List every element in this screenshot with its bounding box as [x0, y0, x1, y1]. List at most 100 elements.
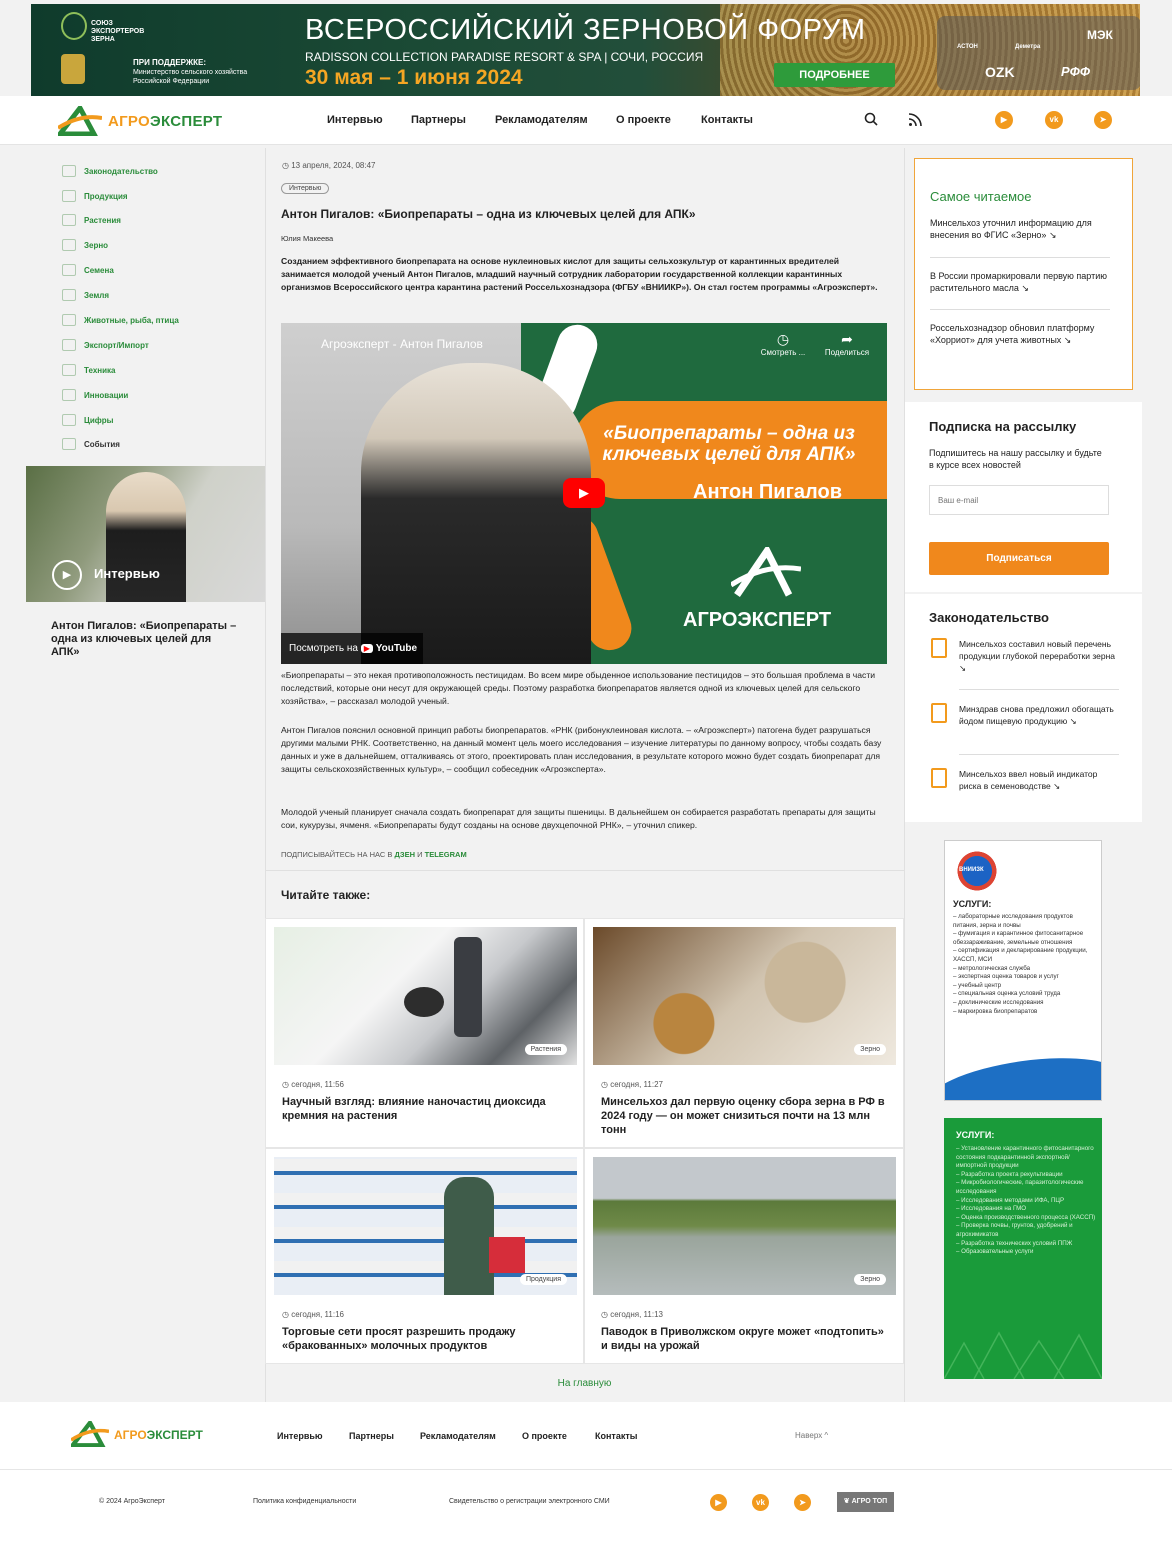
dzen-link[interactable]: ДЗЕН	[394, 850, 415, 859]
grain-icon	[62, 239, 76, 251]
sidebar-item-seeds[interactable]: Семена	[62, 263, 114, 277]
footer-nav-about[interactable]: О проекте	[522, 1431, 567, 1441]
services-ad[interactable]: УСЛУГИ: – Установление карантинного фито…	[944, 1118, 1102, 1379]
land-icon	[62, 289, 76, 301]
news-tag[interactable]: Растения	[524, 1044, 567, 1055]
sidebar-feature-title[interactable]: Антон Пигалов: «Биопрепараты – одна из к…	[51, 620, 241, 659]
article-paragraph: Молодой ученый планирует сначала создать…	[281, 807, 876, 830]
news-card[interactable]: Растения ◷ сегодня, 11:56 Научный взгляд…	[265, 918, 584, 1148]
telegram-icon[interactable]: ➤	[1094, 111, 1112, 129]
sidebar-item-label: Техника	[84, 365, 116, 375]
youtube-icon[interactable]: ▶	[995, 111, 1013, 129]
share-button[interactable]: ➦ Поделиться	[817, 331, 877, 357]
footer-youtube-icon[interactable]: ▶	[710, 1494, 727, 1511]
youtube-play-icon[interactable]: ▶	[563, 478, 605, 508]
chart-icon	[62, 414, 76, 426]
sidebar-item-label: Инновации	[84, 390, 129, 400]
news-tag[interactable]: Зерно	[854, 1044, 886, 1055]
sidebar-item-export[interactable]: Экспорт/Импорт	[62, 338, 149, 352]
back-to-top-link[interactable]: Наверх ^	[795, 1431, 828, 1440]
newsletter-text: Подпишитесь на нашу рассылку и будьте в …	[929, 448, 1102, 470]
most-read-item[interactable]: Россельхознадзор обновил платформу «Хорр…	[930, 322, 1120, 346]
nav-contacts[interactable]: Контакты	[701, 114, 753, 126]
clock-icon: ◷	[601, 1080, 608, 1089]
watch-on-label: Посмотреть на	[289, 643, 358, 654]
ad-service-item: – Исследования методами ИФА, ПЦР	[956, 1196, 1065, 1204]
sidebar-item-figures[interactable]: Цифры	[62, 413, 113, 427]
ad-service-item: – экспертная оценка товаров и услуг	[953, 973, 1059, 981]
legislation-item[interactable]: Минздрав снова предложил обогащать йодом…	[959, 703, 1119, 727]
subscribe-button[interactable]: Подписаться	[929, 542, 1109, 575]
vniizk-logo-text: ВНИИЗК	[959, 867, 984, 873]
site-logo-text[interactable]: АГРОЭКСПЕРТ	[108, 113, 222, 130]
ad-service-item: – Разработка технических условий ППЖ	[956, 1239, 1073, 1247]
interview-photo[interactable]: ▶ Интервью	[26, 466, 265, 602]
privacy-link[interactable]: Политика конфиденциальности	[253, 1498, 356, 1505]
play-icon[interactable]: ▶	[52, 560, 82, 590]
video-channel-title: Агроэксперт - Антон Пигалов	[321, 337, 483, 351]
news-time: ◷ сегодня, 11:27	[601, 1080, 663, 1089]
video-brand: АГРОЭКСПЕРТ	[683, 609, 832, 631]
video-player[interactable]: Агроэксперт - Антон Пигалов ◷ Смотреть .…	[281, 323, 887, 664]
clock-icon: ◷	[776, 331, 790, 347]
sidebar-item-machinery[interactable]: Техника	[62, 363, 115, 377]
news-tag[interactable]: Продукция	[519, 1274, 567, 1285]
sidebar-item-animals[interactable]: Животные, рыба, птица	[62, 313, 179, 327]
sidebar-item-label: Растения	[84, 215, 121, 225]
sidebar-item-grain[interactable]: Зерно	[62, 238, 108, 252]
rss-icon[interactable]	[908, 113, 922, 127]
legislation-item[interactable]: Минсельхоз ввел новый индикатор риска в …	[959, 768, 1119, 792]
email-field[interactable]	[929, 485, 1109, 515]
sidebar-item-events[interactable]: События	[62, 437, 120, 451]
footer-vk-icon[interactable]: vk	[752, 1494, 769, 1511]
banner-more-button[interactable]: ПОДРОБНЕЕ	[774, 63, 895, 87]
search-icon[interactable]	[864, 112, 878, 126]
ad-service-item: – сертификация и декларирование продукци…	[953, 947, 1088, 963]
interview-photo-label: Интервью	[94, 566, 160, 581]
nav-interview[interactable]: Интервью	[327, 114, 383, 126]
video-quote: «Биопрепараты – одна из ключевых целей д…	[602, 423, 856, 465]
most-read-item[interactable]: Минсельхоз уточнил информацию для внесен…	[930, 217, 1120, 241]
footer-nav-interview[interactable]: Интервью	[277, 1431, 323, 1441]
news-card[interactable]: Зерно ◷ сегодня, 11:27 Минсельхоз дал пе…	[584, 918, 904, 1148]
ad-service-item: – Микробиологические, паразитологические…	[956, 1179, 1084, 1195]
sidebar-item-plants[interactable]: Растения	[62, 213, 121, 227]
ad-service-item: – Проверка почвы, грунтов, удобрений и а…	[956, 1222, 1073, 1238]
sidebar-item-products[interactable]: Продукция	[62, 189, 128, 203]
watch-later-button[interactable]: ◷ Смотреть ...	[753, 331, 813, 357]
telegram-link[interactable]: TELEGRAM	[425, 850, 467, 859]
watch-on-youtube[interactable]: Посмотреть на ▶ YouTube	[281, 633, 423, 664]
watch-later-label: Смотреть ...	[760, 348, 806, 357]
footer-logo-icon[interactable]	[71, 1421, 109, 1447]
nav-about[interactable]: О проекте	[616, 114, 671, 126]
scales-icon	[62, 165, 76, 177]
news-card[interactable]: Зерно ◷ сегодня, 11:13 Паводок в Приволж…	[584, 1148, 904, 1364]
nav-advertisers[interactable]: Рекламодателям	[495, 114, 588, 126]
sidebar-item-land[interactable]: Земля	[62, 288, 109, 302]
support-text: Министерство сельского хозяйства Российс…	[133, 69, 248, 85]
agrotop-badge[interactable]: ❦ АГРО ТОП	[837, 1492, 894, 1512]
agroexpert-logo-icon[interactable]	[58, 106, 102, 136]
footer-telegram-icon[interactable]: ➤	[794, 1494, 811, 1511]
news-thumbnail: Зерно	[593, 1157, 896, 1295]
news-card[interactable]: Продукция ◷ сегодня, 11:16 Торговые сети…	[265, 1148, 584, 1364]
footer-logo-text[interactable]: АГРОЭКСПЕРТ	[114, 1428, 203, 1442]
vniizk-ad[interactable]: ВНИИЗК УСЛУГИ: – лабораторные исследован…	[944, 840, 1102, 1101]
sidebar-item-legislation[interactable]: Законодательство	[62, 164, 158, 178]
sprout-icon	[62, 214, 76, 226]
news-tag[interactable]: Зерно	[854, 1274, 886, 1285]
sidebar-item-innovations[interactable]: Инновации	[62, 388, 128, 402]
most-read-item[interactable]: В России промаркировали первую партию ра…	[930, 270, 1120, 294]
article-tag[interactable]: Интервью	[281, 183, 330, 194]
forum-banner[interactable]: СОЮЗ ЭКСПОРТЕРОВ ЗЕРНА ПРИ ПОДДЕРЖКЕ: Ми…	[31, 4, 1140, 96]
home-link[interactable]: На главную	[265, 1378, 904, 1389]
legislation-item[interactable]: Минсельхоз составил новый перечень проду…	[959, 638, 1119, 674]
news-time-text: сегодня, 11:27	[610, 1080, 663, 1089]
nav-partners[interactable]: Партнеры	[411, 114, 466, 126]
news-time: ◷ сегодня, 11:13	[601, 1310, 663, 1319]
certificate-link[interactable]: Свидетельство о регистрации электронного…	[449, 1498, 610, 1505]
footer-nav-contacts[interactable]: Контакты	[595, 1431, 637, 1441]
footer-nav-advertisers[interactable]: Рекламодателям	[420, 1431, 496, 1441]
vk-icon[interactable]: vk	[1045, 111, 1063, 129]
footer-nav-partners[interactable]: Партнеры	[349, 1431, 394, 1441]
